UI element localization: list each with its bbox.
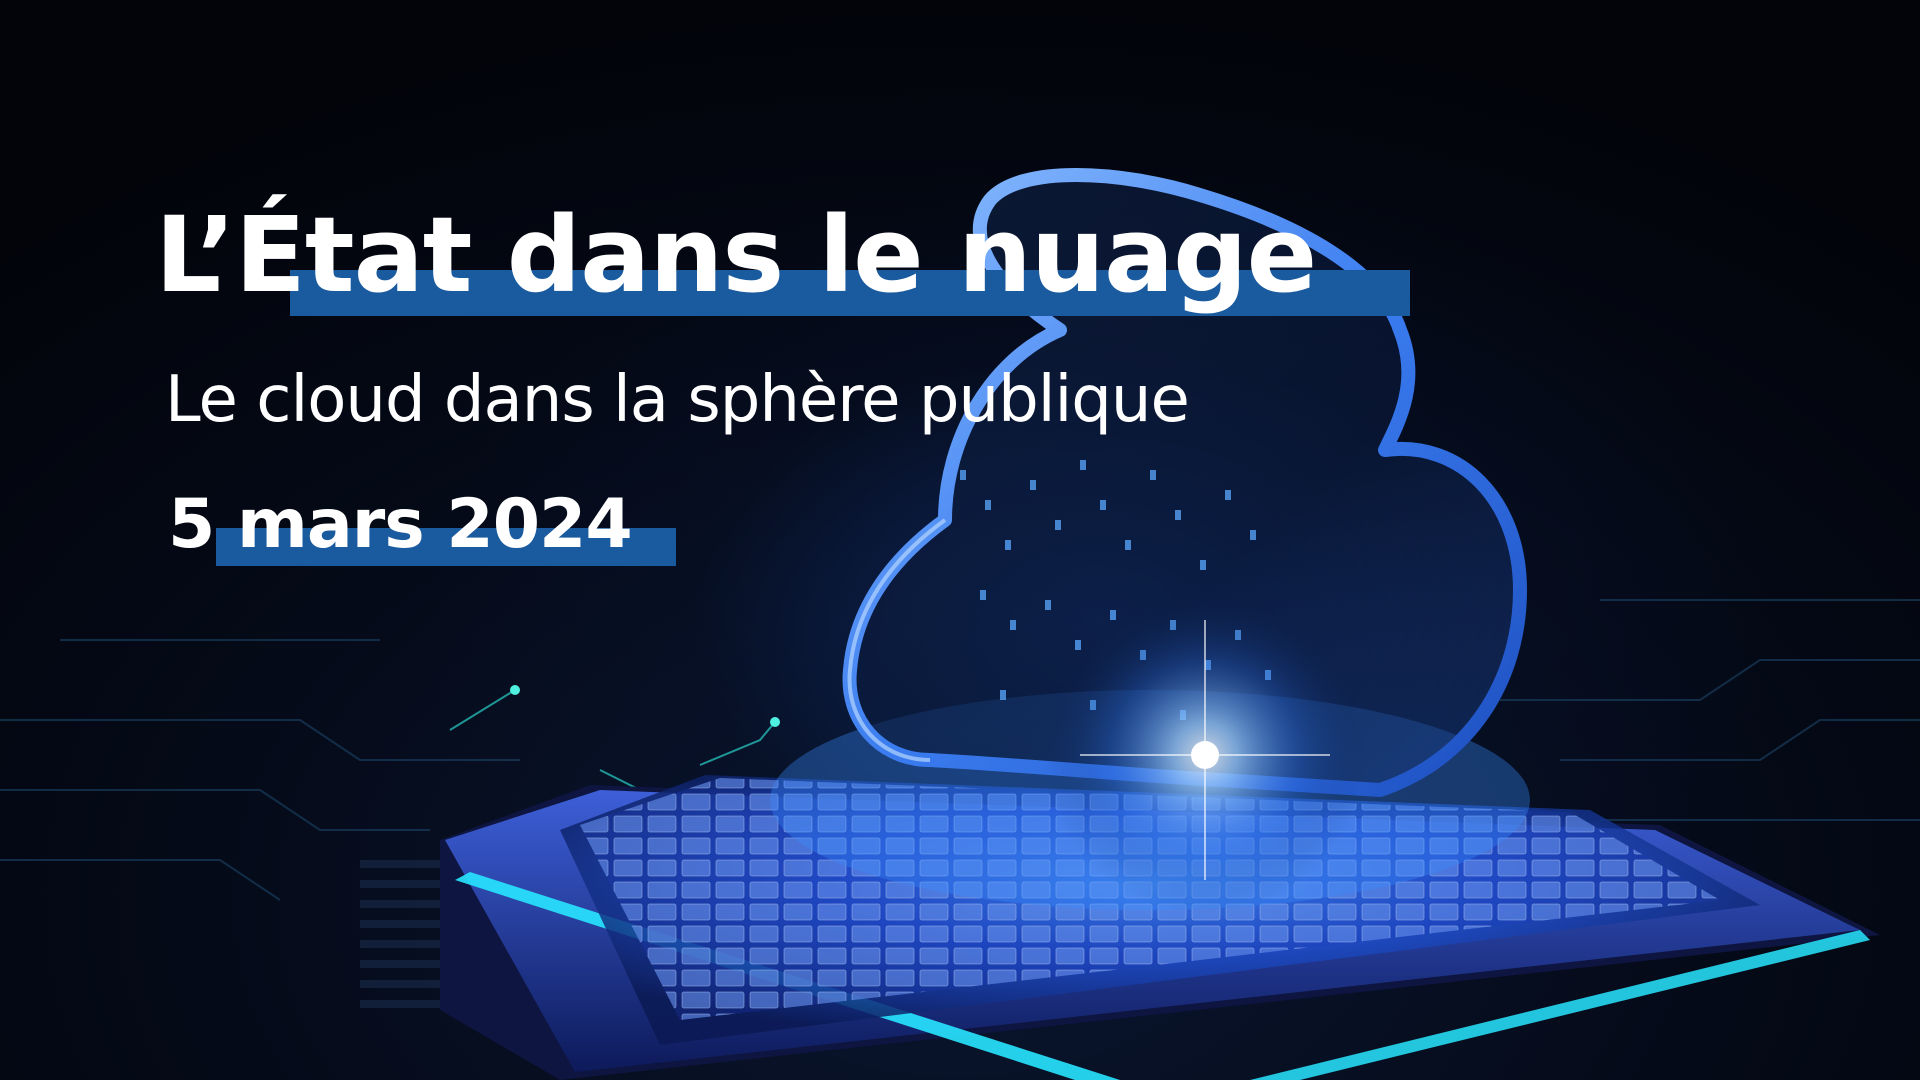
event-banner: L’État dans le nuage Le cloud dans la sp… — [0, 0, 1920, 1080]
page-subtitle: Le cloud dans la sphère publique — [165, 363, 1190, 437]
title-block: L’État dans le nuage — [155, 190, 1410, 320]
date-block: 5 mars 2024 — [168, 480, 676, 570]
page-title: L’État dans le nuage — [155, 194, 1317, 316]
event-date: 5 mars 2024 — [168, 485, 633, 564]
